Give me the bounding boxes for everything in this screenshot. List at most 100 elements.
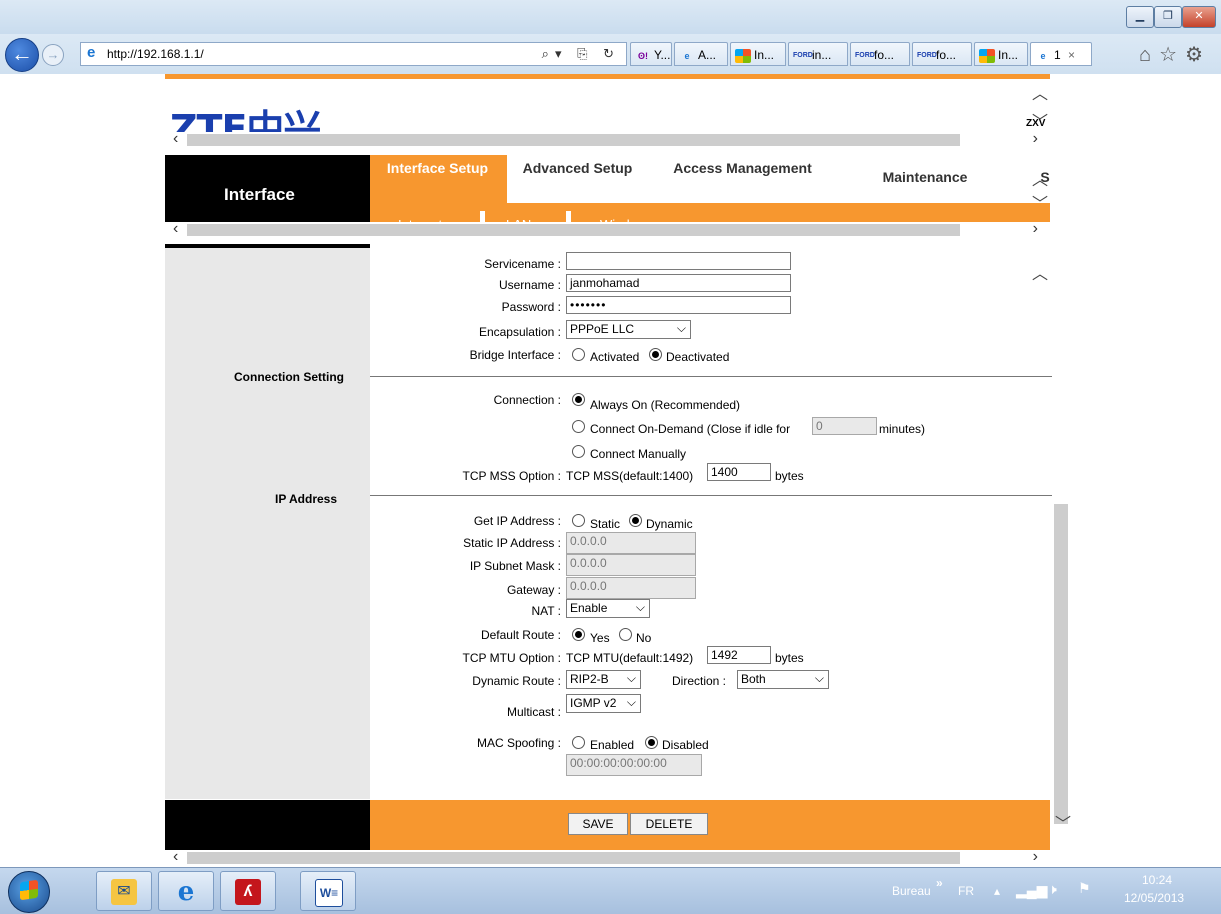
tcp-mss-input[interactable]: 1400 [707, 463, 771, 481]
tab-maintenance[interactable]: Maintenance [860, 169, 990, 186]
forward-button[interactable]: → [42, 44, 64, 66]
tcp-mtu-text: TCP MTU(default:1492) [566, 651, 694, 665]
always-on-radio[interactable] [572, 393, 585, 406]
vertical-scrollbar-thumb[interactable] [1054, 504, 1068, 824]
mac-disabled-radio[interactable] [645, 736, 658, 749]
chevron-right-icon[interactable]: » [936, 876, 943, 890]
minimize-button[interactable]: ▁ [1126, 6, 1154, 28]
taskbar-acrobat[interactable]: ʎ [220, 871, 276, 911]
ie-icon: e [87, 44, 96, 61]
connect-manually-radio[interactable] [572, 445, 585, 458]
horizontal-scrollbar[interactable]: ‹ › [165, 220, 1050, 238]
bureau-toolbar[interactable]: Bureau [892, 884, 931, 898]
content-scroll-up-icon[interactable]: ︿ [1032, 260, 1048, 284]
tray-expand-icon[interactable]: ▴ [994, 884, 1000, 898]
taskbar-word[interactable]: W≡ [300, 871, 356, 911]
scroll-left-arrow-icon[interactable]: ‹ [173, 848, 178, 866]
multicast-select[interactable]: IGMP v2 ⌵ [566, 694, 641, 713]
password-input[interactable]: ••••••• [566, 296, 791, 314]
scroll-right-arrow-icon[interactable]: › [1033, 848, 1038, 866]
home-icon[interactable]: ⌂ [1139, 44, 1159, 66]
scrollbar-thumb[interactable] [187, 224, 960, 236]
password-label: Password : [501, 300, 561, 314]
menu-scroll-up-icon[interactable]: ︿ [1032, 166, 1048, 190]
browser-tab[interactable]: In... [730, 42, 786, 66]
browser-tab[interactable]: ʘ! Y... [630, 42, 672, 66]
subnet-mask-input[interactable]: 0.0.0.0 [566, 554, 696, 576]
close-window-button[interactable]: ✕ [1182, 6, 1216, 28]
static-ip-input[interactable]: 0.0.0.0 [566, 532, 696, 554]
scrollbar-thumb[interactable] [187, 852, 960, 864]
tcp-mtu-input[interactable]: 1492 [707, 646, 771, 664]
browser-tab[interactable]: FORDfo... [850, 42, 910, 66]
delete-button[interactable]: DELETE [630, 813, 708, 835]
servicename-input[interactable] [566, 252, 791, 270]
restore-button[interactable]: ❐ [1154, 6, 1182, 28]
bridge-deactivated-radio[interactable] [649, 348, 662, 361]
on-demand-radio[interactable] [572, 420, 585, 433]
bridge-activated-radio[interactable] [572, 348, 585, 361]
default-route-yes-radio[interactable] [572, 628, 585, 641]
browser-tab[interactable]: FORDfo... [912, 42, 972, 66]
nat-select[interactable]: Enable ⌵ [566, 599, 650, 618]
get-ip-static-radio[interactable] [572, 514, 585, 527]
direction-label: Direction : [672, 674, 727, 688]
address-bar[interactable]: e http://192.168.1.1/ ⌕▾ ⎘ ↻ [80, 42, 627, 66]
back-button[interactable]: ← [5, 38, 39, 72]
default-route-no-radio[interactable] [619, 628, 632, 641]
default-route-yes-text: Yes [590, 631, 610, 645]
taskbar-internet-explorer[interactable]: e [158, 871, 214, 911]
clock-date[interactable]: 12/05/2013 [1124, 891, 1184, 905]
left-column-top-bar [165, 244, 370, 248]
horizontal-scrollbar[interactable]: ‹ › [165, 848, 1050, 866]
connection-setting-title: Connection Setting [234, 370, 344, 384]
tab-advanced-setup[interactable]: Advanced Setup [520, 160, 635, 177]
scrollbar-thumb[interactable] [187, 134, 960, 146]
toolbar-icons[interactable]: ⌂☆⚙ [1139, 42, 1211, 67]
tab-access-management[interactable]: Access Management [670, 160, 815, 177]
word-icon: W≡ [315, 879, 343, 907]
mac-address-input[interactable]: 00:00:00:00:00:00 [566, 754, 702, 776]
tcp-mss-label: TCP MSS Option : [462, 469, 561, 483]
windows-icon [979, 48, 995, 63]
network-signal-icon[interactable]: ▂▄▆ [1016, 882, 1047, 899]
username-input[interactable]: janmohamad [566, 274, 791, 292]
browser-tab[interactable]: e A... [674, 42, 728, 66]
gateway-input[interactable]: 0.0.0.0 [566, 577, 696, 599]
direction-select[interactable]: Both ⌵ [737, 670, 829, 689]
get-ip-dynamic-radio[interactable] [629, 514, 642, 527]
mac-enabled-radio[interactable] [572, 736, 585, 749]
servicename-label: Servicename : [484, 257, 561, 271]
username-label: Username : [498, 278, 561, 292]
get-ip-dynamic-text: Dynamic [646, 517, 693, 531]
scroll-left-arrow-icon[interactable]: ‹ [173, 130, 178, 148]
tab-interface-setup[interactable]: Interface Setup [380, 160, 495, 177]
encapsulation-select[interactable]: PPPoE LLC ⌵ [566, 320, 691, 339]
address-tools-icons[interactable]: ⌕▾ ⎘ ↻ [542, 46, 620, 62]
browser-tab[interactable]: In... [974, 42, 1028, 66]
save-button[interactable]: SAVE [568, 813, 628, 835]
scroll-right-arrow-icon[interactable]: › [1033, 130, 1038, 148]
volume-muted-icon[interactable]: 🕨 [1048, 881, 1057, 898]
scroll-right-arrow-icon[interactable]: › [1033, 220, 1038, 238]
page-scroll-down-icon[interactable]: ﹀ [1055, 810, 1071, 834]
action-center-flag-icon[interactable]: ⚑ [1078, 880, 1091, 897]
scroll-down-arrow-icon[interactable]: ﹀ [1032, 108, 1048, 132]
mac-spoofing-label: MAC Spoofing : [476, 736, 561, 750]
start-button[interactable] [8, 871, 50, 913]
tab-close-icon[interactable]: × [1068, 48, 1075, 62]
scroll-left-arrow-icon[interactable]: ‹ [173, 220, 178, 238]
browser-tab-active[interactable]: e1 × [1030, 42, 1092, 66]
favorites-icon[interactable]: ☆ [1159, 44, 1185, 66]
dynamic-route-select[interactable]: RIP2-B ⌵ [566, 670, 641, 689]
browser-tab[interactable]: FORDin... [788, 42, 848, 66]
horizontal-scrollbar[interactable]: ‹ › [165, 130, 1050, 148]
clock-time[interactable]: 10:24 [1142, 873, 1172, 887]
ie-icon: e [177, 877, 195, 907]
idle-minutes-input[interactable]: 0 [812, 417, 877, 435]
scroll-up-arrow-icon[interactable]: ︿ [1032, 80, 1048, 104]
settings-gear-icon[interactable]: ⚙ [1185, 44, 1211, 66]
language-indicator[interactable]: FR [958, 884, 974, 898]
section-divider [370, 376, 1052, 377]
taskbar-outlook[interactable]: ✉ [96, 871, 152, 911]
